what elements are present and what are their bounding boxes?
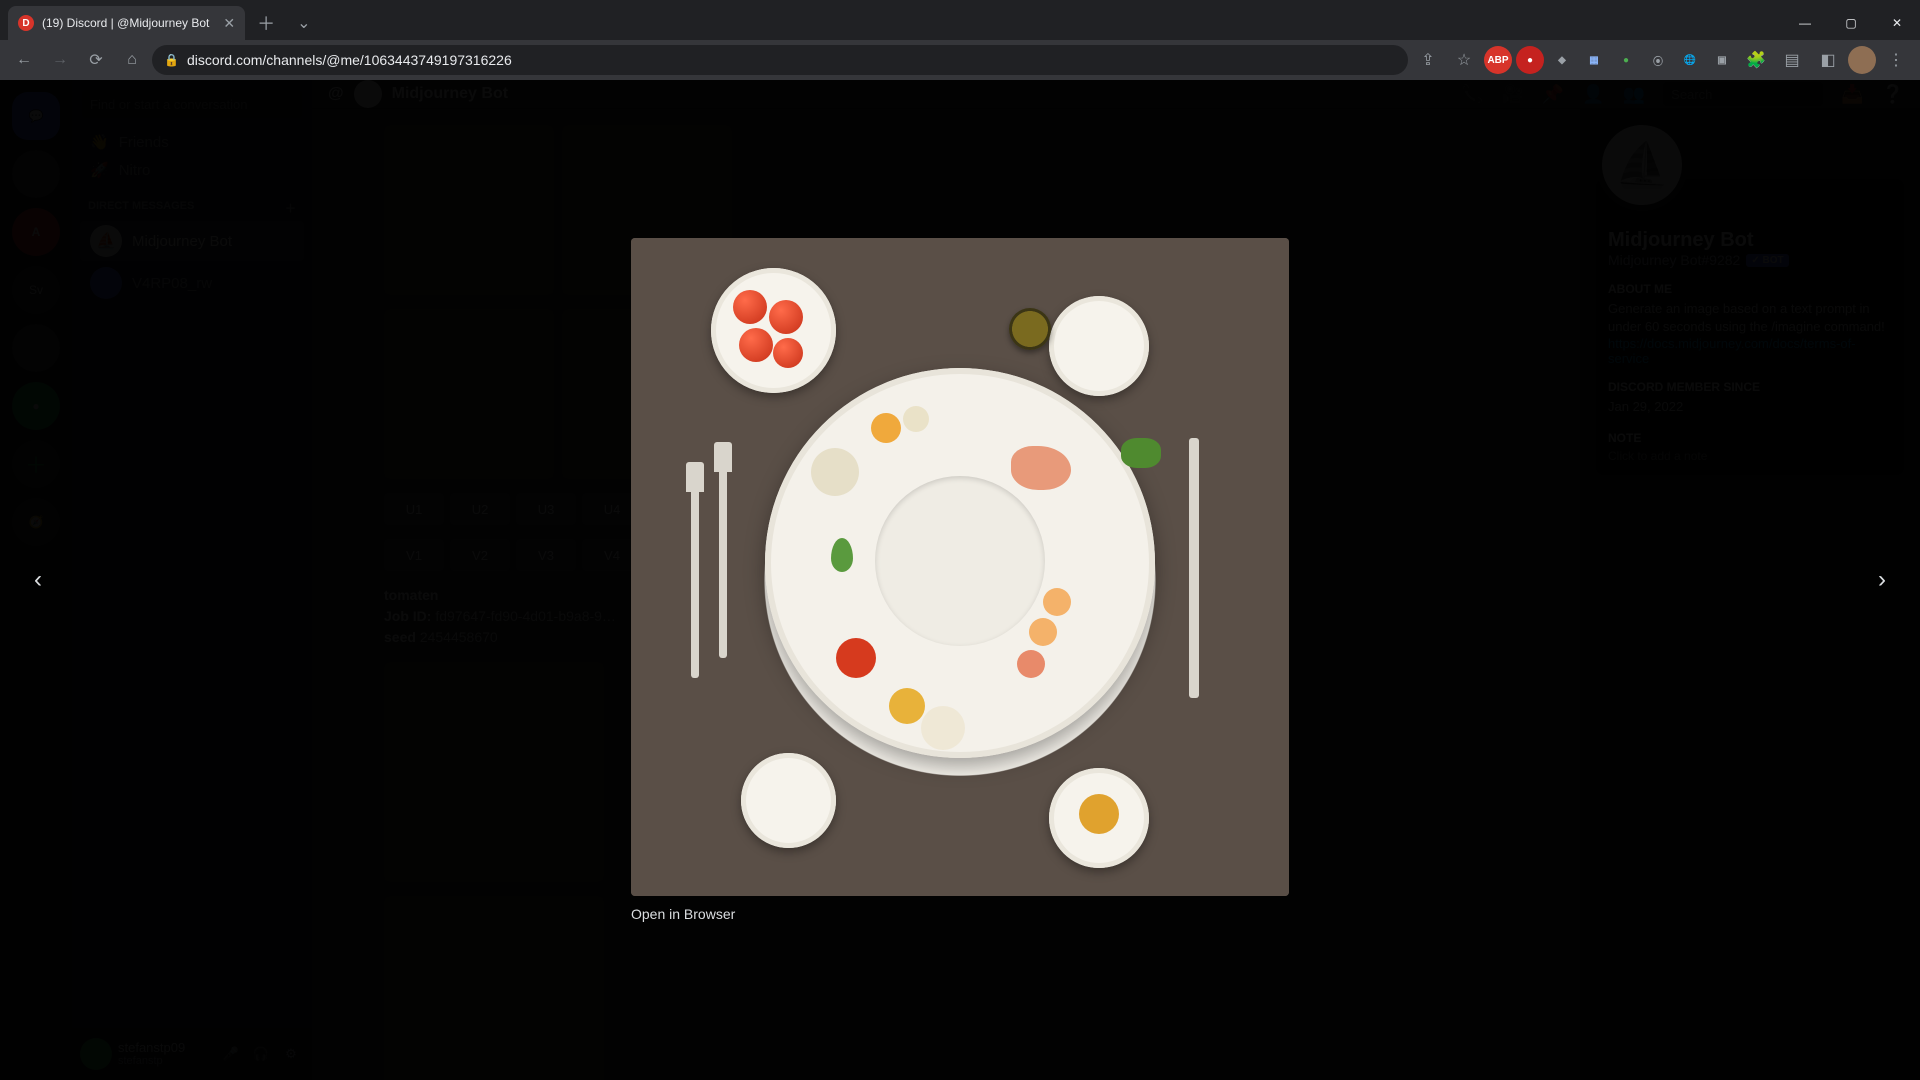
food-cream <box>903 406 929 432</box>
new-tab-button[interactable]: ＋ <box>245 6 287 40</box>
reading-list-icon[interactable]: ▤ <box>1776 44 1808 76</box>
food-citrus-2 <box>1043 588 1071 616</box>
food-citrus-3 <box>1017 650 1045 678</box>
tomato-bowl <box>711 268 836 393</box>
discord-favicon: D <box>18 15 34 31</box>
image-lightbox[interactable]: ‹ <box>0 80 1920 1080</box>
open-in-browser-link[interactable]: Open in Browser <box>631 906 735 922</box>
food-dip-cup <box>921 706 965 750</box>
ext-adblock-icon[interactable]: ABP <box>1484 46 1512 74</box>
forward-button[interactable]: → <box>44 44 76 76</box>
back-button[interactable]: ← <box>8 44 40 76</box>
browser-tab[interactable]: D (19) Discord | @Midjourney Bot ✕ <box>8 6 245 40</box>
lightbox-inner: Open in Browser <box>631 238 1289 922</box>
food-egg <box>1079 794 1119 834</box>
reload-button[interactable]: ⟳ <box>80 44 112 76</box>
food-sauce-cup <box>811 448 859 496</box>
bottom-left-bowl <box>741 753 836 848</box>
close-window-button[interactable]: ✕ <box>1874 6 1920 40</box>
maximize-button[interactable]: ▢ <box>1828 6 1874 40</box>
ext-generic-1-icon[interactable]: ◆ <box>1548 46 1576 74</box>
close-tab-icon[interactable]: ✕ <box>223 15 235 32</box>
url-text: discord.com/channels/@me/106344374919731… <box>187 52 512 68</box>
tab-strip: D (19) Discord | @Midjourney Bot ✕ ＋ ⌄ ―… <box>0 0 1920 40</box>
food-orange-1 <box>871 413 901 443</box>
fork-2 <box>719 468 727 658</box>
profile-avatar-icon[interactable] <box>1848 46 1876 74</box>
ext-generic-2-icon[interactable]: ▦ <box>1580 46 1608 74</box>
lightbox-prev-button[interactable]: ‹ <box>18 560 58 600</box>
tomato-4 <box>773 338 803 368</box>
top-right-bowl <box>1049 296 1149 396</box>
tomato-2 <box>769 300 803 334</box>
address-bar[interactable]: 🔒 discord.com/channels/@me/1063443749197… <box>152 45 1408 75</box>
window-controls: ― ▢ ✕ <box>1782 6 1920 40</box>
lightbox-image[interactable] <box>631 238 1289 896</box>
minimize-button[interactable]: ― <box>1782 6 1828 40</box>
bookmark-icon[interactable]: ☆ <box>1448 44 1480 76</box>
fork-1 <box>691 488 699 678</box>
lightbox-next-button[interactable]: › <box>1862 560 1902 600</box>
chrome-menu-icon[interactable]: ⋮ <box>1880 44 1912 76</box>
tomato-1 <box>733 290 767 324</box>
page-viewport: 💬 A Sv ● ＋ 🧭 Find or start a conversatio… <box>0 80 1920 1080</box>
food-citrus-1 <box>1029 618 1057 646</box>
tomato-3 <box>739 328 773 362</box>
ext-red-icon[interactable]: ● <box>1516 46 1544 74</box>
food-salmon <box>1011 446 1071 490</box>
share-icon[interactable]: ⇪ <box>1412 44 1444 76</box>
sauce-shot <box>1009 308 1051 350</box>
knife <box>1189 438 1199 698</box>
herb-1 <box>831 538 853 572</box>
food-yellow-1 <box>889 688 925 724</box>
lock-icon: 🔒 <box>164 53 179 67</box>
extensions-puzzle-icon[interactable]: 🧩 <box>1740 44 1772 76</box>
browser-window: D (19) Discord | @Midjourney Bot ✕ ＋ ⌄ ―… <box>0 0 1920 1080</box>
home-button[interactable]: ⌂ <box>116 44 148 76</box>
sidepanel-icon[interactable]: ◧ <box>1812 44 1844 76</box>
ext-generic-3-icon[interactable]: ● <box>1612 46 1640 74</box>
tab-overflow-icon[interactable]: ⌄ <box>287 6 320 40</box>
inner-plate <box>875 476 1045 646</box>
tab-title: (19) Discord | @Midjourney Bot <box>42 16 209 30</box>
ext-generic-4-icon[interactable]: ▣ <box>1708 46 1736 74</box>
food-tomato-rim <box>836 638 876 678</box>
herb-2 <box>1121 438 1161 468</box>
browser-toolbar: ← → ⟳ ⌂ 🔒 discord.com/channels/@me/10634… <box>0 40 1920 80</box>
ext-globe-icon[interactable]: 🌐 <box>1676 46 1704 74</box>
ext-camera-icon[interactable]: ⦿ <box>1644 46 1672 74</box>
